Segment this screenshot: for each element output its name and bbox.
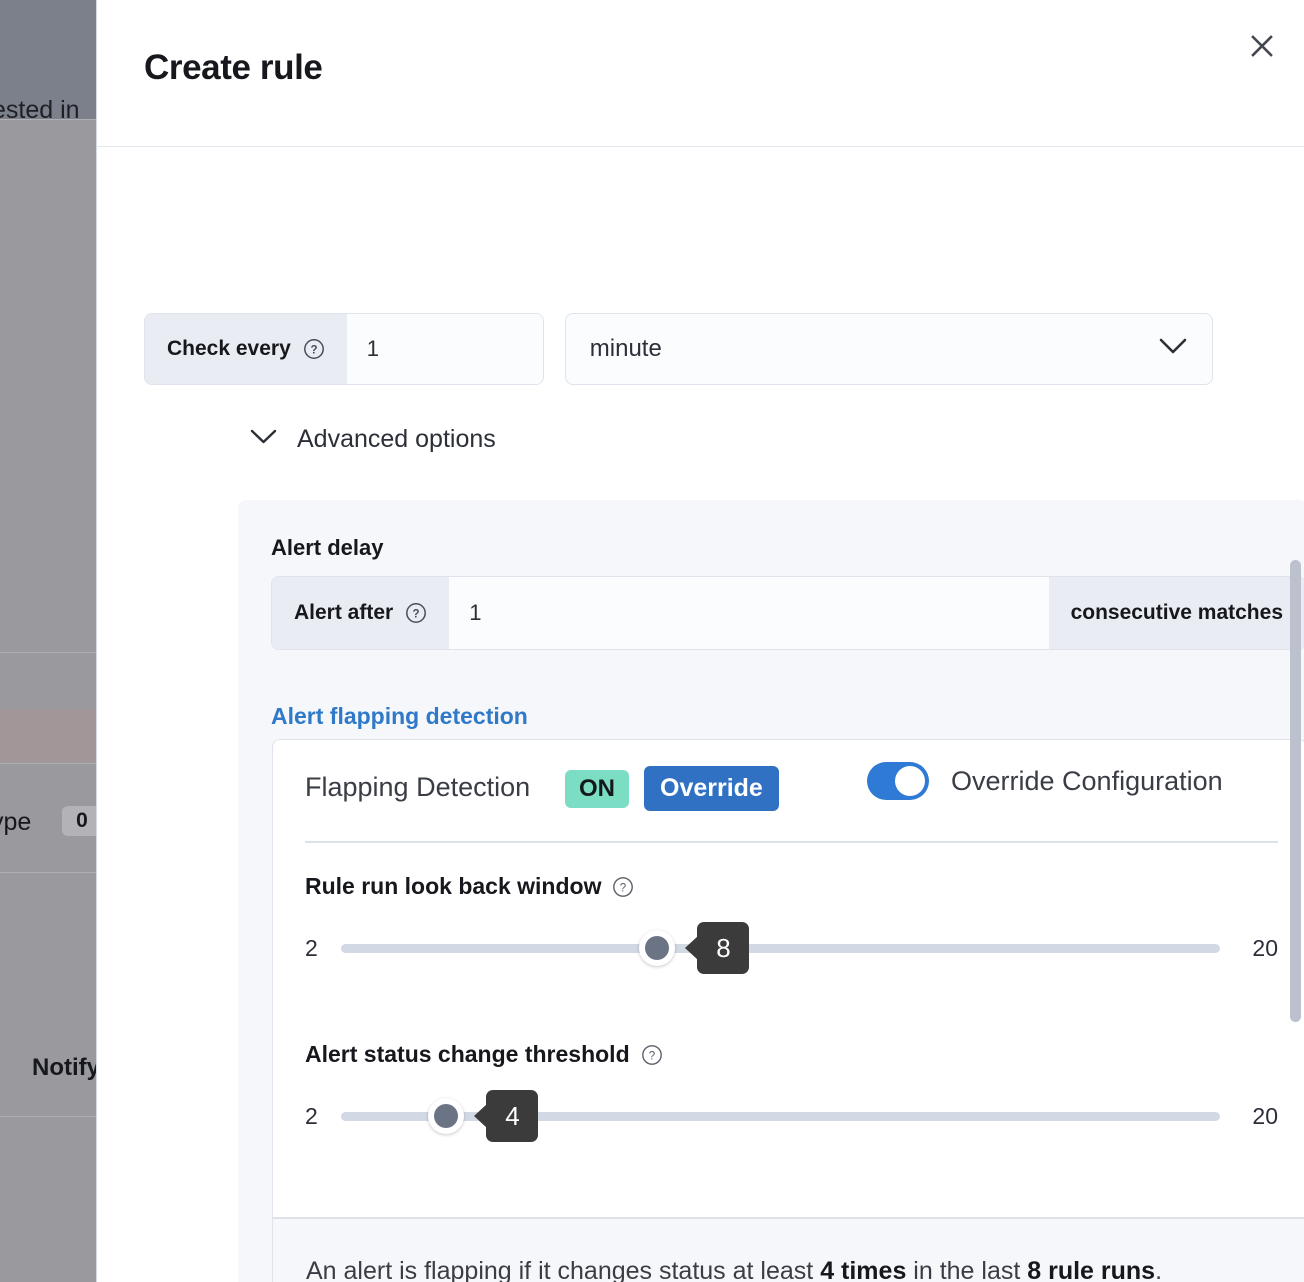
status-change-threshold-slider-row: 2 4 20 xyxy=(305,1090,1278,1142)
divider xyxy=(305,841,1278,843)
alert-after-suffix: consecutive matches xyxy=(1048,577,1304,649)
background-divider xyxy=(0,763,96,764)
look-back-window-slider-thumb[interactable] xyxy=(639,930,676,966)
status-change-threshold-min: 2 xyxy=(305,1102,318,1129)
modal-scrollbar[interactable] xyxy=(1290,560,1301,1022)
alert-after-prepend: Alert after ? xyxy=(272,577,450,649)
override-configuration-toggle-group: Override Configuration xyxy=(867,762,1223,800)
chevron-down-icon xyxy=(249,428,278,451)
modal-header: Create rule xyxy=(97,0,1304,147)
check-every-unit-select[interactable]: minute xyxy=(564,313,1213,385)
advanced-options-label: Advanced options xyxy=(297,425,496,453)
chevron-down-icon xyxy=(1158,337,1188,361)
summary-part-1: An alert is flapping if it changes statu… xyxy=(306,1257,821,1282)
close-icon xyxy=(1251,35,1273,57)
flapping-card-footer: An alert is flapping if it changes statu… xyxy=(273,1217,1304,1282)
background-divider xyxy=(0,1116,96,1117)
look-back-window-min: 2 xyxy=(305,934,318,961)
svg-text:?: ? xyxy=(648,1050,654,1062)
look-back-window-block: Rule run look back window ? 2 8 20 xyxy=(305,873,1278,974)
alert-after-input[interactable] xyxy=(449,577,1049,649)
close-button[interactable] xyxy=(1242,26,1282,66)
check-every-label: Check every xyxy=(167,337,291,360)
flapping-detection-card: Flapping Detection ON Override Override … xyxy=(272,739,1304,1282)
background-type-chip: 0 xyxy=(62,806,96,836)
svg-text:?: ? xyxy=(310,345,317,357)
status-change-threshold-value-tooltip: 4 xyxy=(486,1090,539,1142)
check-every-prepend: Check every ? xyxy=(145,314,347,384)
svg-text:?: ? xyxy=(413,609,420,621)
look-back-window-label-row: Rule run look back window ? xyxy=(305,873,1278,900)
advanced-options-toggle[interactable]: Advanced options xyxy=(249,425,496,454)
summary-bold-1: 4 times xyxy=(820,1257,907,1282)
status-change-threshold-block: Alert status change threshold ? 2 4 20 xyxy=(305,1041,1278,1142)
alert-after-label: Alert after xyxy=(294,601,394,624)
flapping-card-header: Flapping Detection ON Override Override … xyxy=(273,740,1304,841)
page-title: Create rule xyxy=(144,48,323,87)
status-change-threshold-max: 20 xyxy=(1252,1102,1278,1129)
look-back-window-label: Rule run look back window xyxy=(305,873,602,899)
status-change-threshold-slider[interactable]: 4 xyxy=(341,1090,1220,1142)
question-circle-icon[interactable]: ? xyxy=(641,1044,663,1066)
flapping-summary-text: An alert is flapping if it changes statu… xyxy=(306,1251,1264,1282)
summary-bold-2: 8 rule runs xyxy=(1027,1257,1156,1282)
svg-text:?: ? xyxy=(620,882,626,894)
check-every-row: Check every ? minute xyxy=(144,313,1213,385)
background-notify-label: Notify xyxy=(32,1054,96,1081)
check-every-field: Check every ? xyxy=(144,313,544,385)
summary-part-3: . xyxy=(1155,1257,1163,1282)
switch-knob xyxy=(895,766,925,796)
background-page: ested in ype 0 Notify xyxy=(0,0,96,1282)
alert-after-field: Alert after ? consecutive matches xyxy=(271,576,1304,650)
summary-part-2: in the last xyxy=(906,1257,1028,1282)
question-circle-icon[interactable]: ? xyxy=(612,876,634,898)
status-change-threshold-label-row: Alert status change threshold ? xyxy=(305,1041,1278,1068)
check-every-unit-value: minute xyxy=(589,335,662,362)
check-every-input[interactable] xyxy=(346,314,543,384)
background-divider xyxy=(0,652,96,653)
background-type-label: ype xyxy=(0,808,32,836)
create-rule-modal: Create rule Check every ? 1 minute Advan… xyxy=(96,0,1304,1282)
alert-flapping-detection-title: Alert flapping detection xyxy=(271,703,528,729)
background-row-highlight xyxy=(0,709,96,762)
look-back-window-value-tooltip: 8 xyxy=(697,922,750,974)
status-change-threshold-slider-thumb[interactable] xyxy=(428,1098,465,1134)
background-divider xyxy=(0,872,96,873)
override-badge[interactable]: Override xyxy=(644,766,779,811)
look-back-window-slider-row: 2 8 20 xyxy=(305,922,1278,974)
look-back-window-max: 20 xyxy=(1252,934,1278,961)
alert-delay-title: Alert delay xyxy=(271,535,384,560)
question-circle-icon[interactable]: ? xyxy=(405,602,427,624)
look-back-window-slider[interactable]: 8 xyxy=(341,922,1220,974)
question-circle-icon[interactable]: ? xyxy=(303,338,325,360)
flapping-detection-label: Flapping Detection xyxy=(305,772,531,802)
status-badge: ON xyxy=(565,770,629,808)
background-divider xyxy=(0,119,96,120)
advanced-options-panel: Alert delay Alert after ? consecutive ma… xyxy=(238,500,1304,1282)
status-change-threshold-label: Alert status change threshold xyxy=(305,1041,630,1067)
override-configuration-switch[interactable] xyxy=(867,762,929,800)
override-configuration-label: Override Configuration xyxy=(951,765,1223,796)
